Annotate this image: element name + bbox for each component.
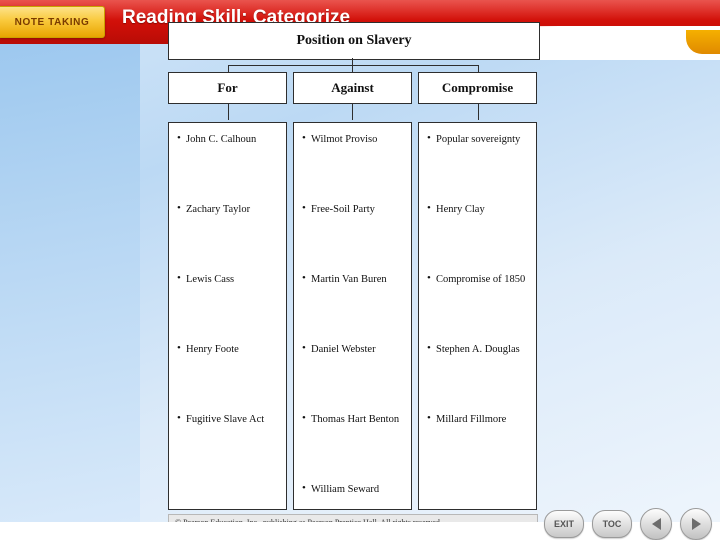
diagram-columns: For John C. Calhoun Zachary Taylor Lewis… [168,72,538,510]
chevron-left-icon [651,518,661,530]
connector-branch-left [228,65,229,72]
list-item: Henry Foote [177,342,280,356]
column-heading-for: For [168,72,287,104]
chevron-right-icon [691,518,701,530]
connector-branch-mid [352,65,353,72]
list-item: Millard Fillmore [427,412,530,426]
next-button[interactable] [680,508,712,540]
list-item: Thomas Hart Benton [302,412,405,426]
column-body-against: Wilmot Proviso Free-Soil Party Martin Va… [293,122,412,510]
exit-button[interactable]: EXIT [544,510,584,538]
toc-button[interactable]: TOC [592,510,632,538]
column-body-compromise: Popular sovereignty Henry Clay Compromis… [418,122,537,510]
exit-button-label: EXIT [553,519,574,529]
previous-button[interactable] [640,508,672,540]
diagram-column-for: For John C. Calhoun Zachary Taylor Lewis… [168,72,287,510]
list-item: Fugitive Slave Act [177,412,280,426]
list-item: Henry Clay [427,202,530,216]
list-item: William Seward [302,482,405,496]
list-item: Lewis Cass [177,272,280,286]
connector-branch-right [478,65,479,72]
list-item: Stephen A. Douglas [427,342,530,356]
diagram-column-against: Against Wilmot Proviso Free-Soil Party M… [293,72,412,510]
list-item: Popular sovereignty [427,132,530,146]
list-item: Compromise of 1850 [427,272,530,286]
note-taking-badge: NOTE TAKING [0,6,105,38]
column-body-for: John C. Calhoun Zachary Taylor Lewis Cas… [168,122,287,510]
connector-bar [228,65,478,66]
column-heading-label: Against [331,80,374,95]
diagram-column-compromise: Compromise Popular sovereignty Henry Cla… [418,72,537,510]
slide: NOTE TAKING Reading Skill: Categorize Po… [0,0,720,540]
diagram-title-box: Position on Slavery [168,22,540,60]
list-item: John C. Calhoun [177,132,280,146]
column-heading-label: Compromise [441,80,514,95]
navigation-controls: EXIT TOC [544,508,712,540]
toc-button-label: TOC [602,519,622,529]
column-heading-label: For [217,80,238,95]
categorize-diagram: Position on Slavery For John C. Calhoun … [168,22,554,530]
column-heading-compromise: Compromise [418,72,537,104]
diagram-title: Position on Slavery [296,33,412,48]
list-item: Wilmot Proviso [302,132,405,146]
column-heading-against: Against [293,72,412,104]
list-item: Daniel Webster [302,342,405,356]
connector-trunk [352,58,353,65]
list-item: Martin Van Buren [302,272,405,286]
background-gradient-left [0,42,140,522]
note-taking-label: NOTE TAKING [14,16,90,28]
list-item: Zachary Taylor [177,202,280,216]
list-item: Free-Soil Party [302,202,405,216]
